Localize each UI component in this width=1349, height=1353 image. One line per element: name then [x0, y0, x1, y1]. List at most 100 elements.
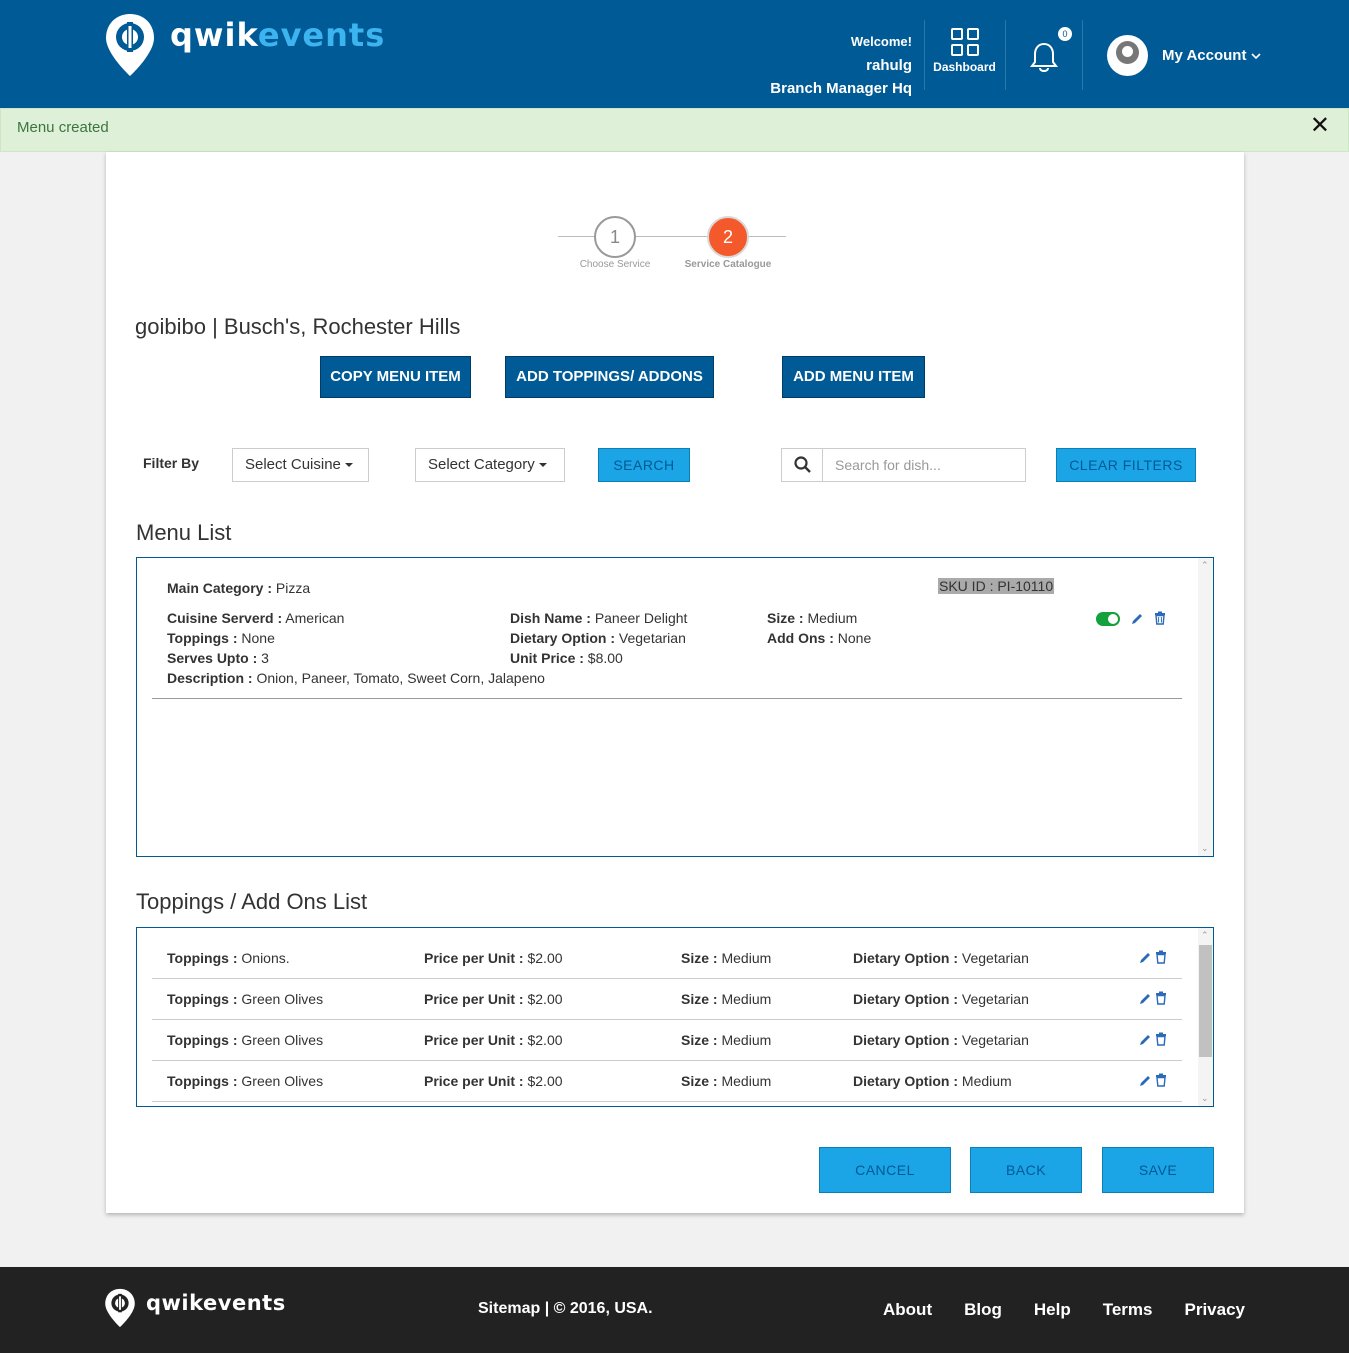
item-size: Size : Medium [767, 610, 858, 626]
edit-icon[interactable] [1138, 992, 1152, 1006]
close-icon[interactable]: ✕ [1310, 111, 1330, 140]
edit-icon[interactable] [1130, 612, 1144, 626]
footer-link-privacy[interactable]: Privacy [1185, 1300, 1246, 1320]
footer-logo[interactable]: qwikevents [104, 1287, 286, 1329]
scroll-up-icon[interactable]: ⌃ [1201, 560, 1209, 571]
footer-copyright[interactable]: Sitemap | © 2016, USA. [478, 1300, 653, 1318]
step-1-indicator[interactable]: 1 [594, 216, 636, 258]
topping-row: Toppings : Green Olives Price per Unit :… [152, 1061, 1182, 1102]
chevron-down-icon [1251, 52, 1262, 59]
edit-icon[interactable] [1138, 1074, 1152, 1088]
filter-by-label: Filter By [143, 455, 200, 471]
scroll-down-icon[interactable]: ⌄ [1201, 1093, 1209, 1104]
copy-menu-item-button[interactable]: COPY MENU ITEM [320, 356, 471, 398]
welcome-block: Welcome! rahulg Branch Manager Hq [770, 34, 912, 97]
add-menu-item-button[interactable]: ADD MENU ITEM [782, 356, 925, 398]
avatar [1107, 35, 1148, 76]
footer-link-about[interactable]: About [883, 1300, 932, 1320]
main-category: Main Category : Pizza [167, 580, 311, 596]
topping-row: Toppings : Onions. Price per Unit : $2.0… [152, 938, 1182, 979]
scroll-down-icon[interactable]: ⌄ [1201, 843, 1209, 854]
dish-name: Dish Name : Paneer Delight [510, 610, 688, 626]
toppings-list-title: Toppings / Add Ons List [136, 889, 368, 914]
category-select-value: Select Category [428, 456, 535, 473]
category-select[interactable]: Select Category [415, 448, 565, 482]
cuisine-select[interactable]: Select Cuisine [232, 448, 369, 482]
item-toppings: Toppings : None [167, 630, 275, 646]
sku-id: SKU ID : PI-10110 [938, 578, 1055, 594]
toppings-list-scrollbar[interactable]: ⌃ ⌄ [1198, 928, 1213, 1106]
search-icon [794, 456, 811, 473]
main-card: 1 2 Choose Service Service Catalogue goi… [106, 152, 1244, 1213]
trash-icon[interactable] [1153, 611, 1167, 625]
step-1-label: Choose Service [579, 259, 651, 270]
cuisine-served: Cuisine Serverd : American [167, 610, 345, 626]
serves-upto: Serves Upto : 3 [167, 650, 269, 666]
page-title: goibibo | Busch's, Rochester Hills [135, 314, 461, 339]
menu-list-panel[interactable]: Main Category : Pizza SKU ID : PI-10110 … [136, 557, 1214, 857]
topping-name: Toppings : Green Olives [167, 1032, 324, 1048]
edit-icon[interactable] [1138, 1033, 1152, 1047]
logo-text: qwikevents [170, 16, 386, 54]
search-input[interactable] [824, 449, 1024, 481]
caret-down-icon [344, 463, 353, 468]
enable-toggle[interactable] [1096, 612, 1120, 626]
add-ons: Add Ons : None [767, 630, 872, 646]
add-toppings-button[interactable]: ADD TOPPINGS/ ADDONS [505, 356, 714, 398]
topping-size: Size : Medium [681, 1073, 772, 1089]
clear-filters-button[interactable]: CLEAR FILTERS [1056, 448, 1196, 482]
step-2-label: Service Catalogue [684, 259, 772, 270]
menu-list-scrollbar[interactable]: ⌃ ⌄ [1198, 558, 1213, 856]
topping-price: Price per Unit : $2.00 [424, 950, 563, 966]
dish-search [781, 448, 1026, 482]
topping-dietary: Dietary Option : Medium [853, 1073, 1012, 1089]
account-label: My Account [1162, 47, 1247, 64]
my-account-menu[interactable]: My Account [1107, 35, 1262, 76]
footer-brand: qwikevents [146, 1291, 286, 1315]
topping-dietary: Dietary Option : Vegetarian [853, 950, 1029, 966]
search-icon-box[interactable] [782, 449, 823, 481]
footer-links: About Blog Help Terms Privacy [883, 1300, 1245, 1320]
trash-icon[interactable] [1154, 1073, 1168, 1087]
topping-price: Price per Unit : $2.00 [424, 991, 563, 1007]
menu-list-title: Menu List [136, 520, 232, 545]
cuisine-select-value: Select Cuisine [245, 456, 341, 473]
dashboard-icon [950, 28, 979, 56]
success-alert: Menu created ✕ [0, 108, 1349, 152]
edit-icon[interactable] [1138, 951, 1152, 965]
topping-name: Toppings : Green Olives [167, 1073, 324, 1089]
toppings-list-panel[interactable]: Toppings : Onions. Price per Unit : $2.0… [136, 927, 1214, 1107]
topping-price: Price per Unit : $2.00 [424, 1073, 563, 1089]
trash-icon[interactable] [1154, 991, 1168, 1005]
search-button[interactable]: SEARCH [598, 448, 690, 482]
header: qwikevents Welcome! rahulg Branch Manage… [0, 0, 1349, 108]
topping-row: Toppings : Green Olives Price per Unit :… [152, 979, 1182, 1020]
logo-pin-icon [105, 1288, 135, 1328]
dashboard-link[interactable]: Dashboard [924, 20, 1004, 90]
logo-pin-icon [104, 12, 156, 78]
topping-dietary: Dietary Option : Vegetarian [853, 1032, 1029, 1048]
footer: qwikevents Sitemap | © 2016, USA. About … [0, 1267, 1349, 1353]
topping-price: Price per Unit : $2.00 [424, 1032, 563, 1048]
notifications-button[interactable]: 0 [1005, 20, 1083, 90]
trash-icon[interactable] [1154, 1032, 1168, 1046]
footer-link-terms[interactable]: Terms [1103, 1300, 1153, 1320]
step-2-indicator[interactable]: 2 [707, 216, 749, 258]
footer-link-help[interactable]: Help [1034, 1300, 1071, 1320]
back-button[interactable]: BACK [970, 1147, 1082, 1193]
save-button[interactable]: SAVE [1102, 1147, 1214, 1193]
description: Description : Onion, Paneer, Tomato, Swe… [167, 670, 545, 686]
scroll-thumb[interactable] [1199, 945, 1212, 1057]
trash-icon[interactable] [1154, 950, 1168, 964]
topping-size: Size : Medium [681, 1032, 772, 1048]
caret-down-icon [538, 463, 547, 468]
notification-count-badge: 0 [1058, 27, 1072, 41]
username: rahulg [866, 57, 912, 74]
topping-name: Toppings : Onions. [167, 950, 290, 966]
topping-dietary: Dietary Option : Vegetarian [853, 991, 1029, 1007]
cancel-button[interactable]: CANCEL [819, 1147, 951, 1193]
footer-link-blog[interactable]: Blog [964, 1300, 1002, 1320]
logo[interactable]: qwikevents [104, 12, 385, 78]
scroll-up-icon[interactable]: ⌃ [1201, 930, 1209, 941]
welcome-text: Welcome! [850, 34, 912, 49]
